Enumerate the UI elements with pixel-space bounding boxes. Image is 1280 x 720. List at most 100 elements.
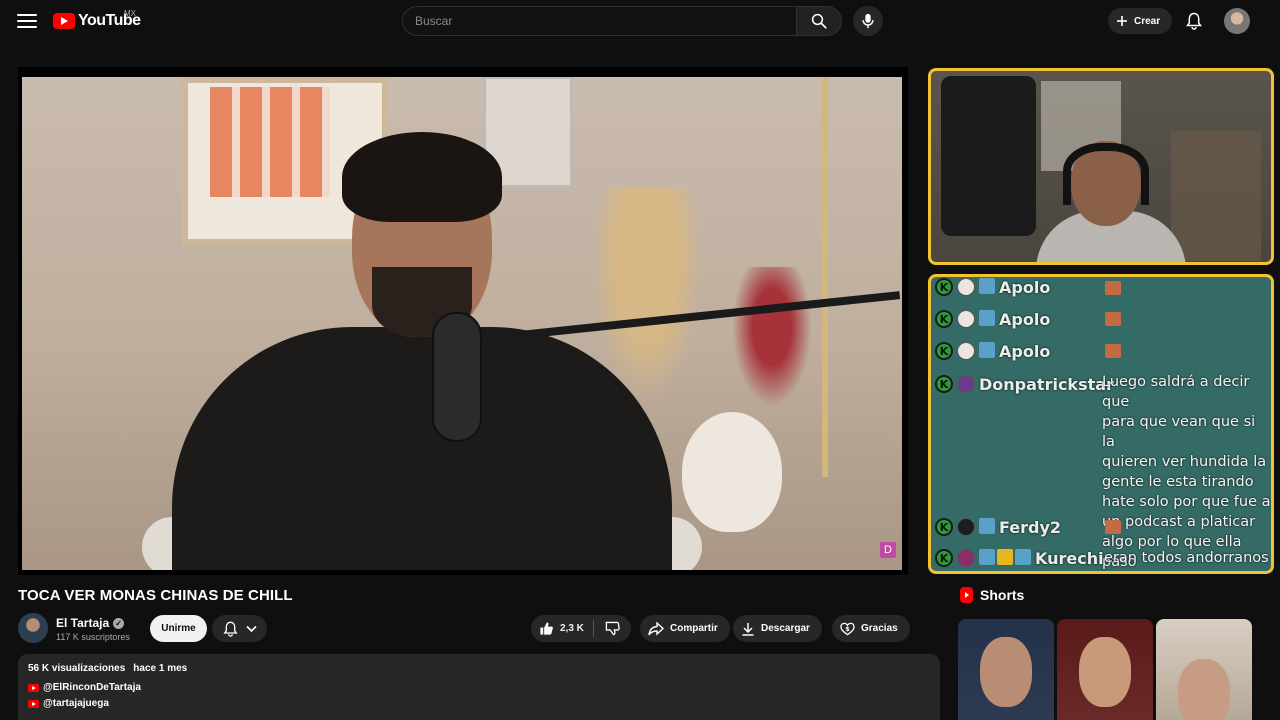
channel-avatar[interactable] — [18, 613, 48, 643]
subscriber-count: 117 K suscriptores — [56, 632, 130, 642]
subscriber-badge — [979, 518, 995, 534]
bell-icon — [1186, 12, 1202, 30]
webcam-overlay — [928, 68, 1274, 265]
subscriber-badge — [979, 278, 995, 294]
country-code: MX — [124, 9, 136, 18]
shorts-icon — [960, 587, 973, 603]
chat-username: Apolo — [999, 342, 1051, 361]
search-icon — [811, 13, 827, 29]
description-link[interactable]: @ElRinconDeTartaja — [28, 682, 930, 693]
hanging-jacket — [941, 76, 1036, 236]
red-plant — [727, 267, 817, 417]
user-badge — [957, 278, 975, 296]
shorts-title: Shorts — [980, 587, 1025, 603]
chat-username: Ferdy2 — [999, 518, 1062, 537]
microphone-icon — [862, 13, 874, 29]
floor-lamp — [822, 77, 828, 477]
channel-mention[interactable]: @tartajajuega — [43, 698, 109, 709]
channel-watermark[interactable]: D — [880, 542, 896, 558]
search-bar — [402, 6, 842, 36]
create-button[interactable]: Crear — [1108, 8, 1173, 34]
channel-name[interactable]: El Tartaja — [56, 616, 109, 630]
chat-username: Apolo — [999, 278, 1051, 297]
top-bar: YouTube MX Crear — [0, 0, 1280, 42]
account-avatar[interactable] — [1224, 8, 1250, 34]
channel-mention[interactable]: @ElRinconDeTartaja — [43, 682, 141, 693]
notifications-button[interactable] — [1183, 10, 1205, 32]
guest-hair — [342, 132, 502, 222]
short-thumbnail[interactable] — [958, 619, 1054, 720]
subscription-notifications-button[interactable] — [212, 615, 267, 642]
video-frame[interactable]: D — [22, 77, 902, 570]
share-label: Compartir — [670, 623, 718, 634]
download-button[interactable]: Descargar — [733, 615, 822, 642]
podcast-microphone — [432, 312, 482, 442]
chat-message: K Donpatrickstar — [935, 375, 1114, 395]
voice-search-button[interactable] — [853, 6, 883, 36]
search-button[interactable] — [796, 6, 842, 36]
kick-badge: K — [935, 310, 953, 328]
chat-message: K Apolo — [935, 310, 1050, 330]
menu-icon[interactable] — [14, 10, 40, 32]
short-thumbnail[interactable] — [1156, 619, 1252, 720]
description-box[interactable]: 56 K visualizaciones hace 1 mes @ElRinco… — [18, 654, 940, 720]
thanks-label: Gracias — [861, 623, 898, 634]
share-icon — [648, 621, 664, 636]
channel-name-row[interactable]: El Tartaja ✓ — [56, 616, 125, 630]
thanks-button-wrap: $ Gracias — [832, 615, 910, 642]
user-badge — [957, 518, 975, 536]
like-dislike-group: 2,3 K — [531, 615, 631, 642]
download-icon — [742, 622, 754, 636]
kick-badge: K — [935, 342, 953, 360]
chevron-down-icon — [245, 625, 257, 632]
user-badge — [957, 310, 975, 328]
chair — [1171, 131, 1261, 261]
video-title: TOCA VER MONAS CHINAS DE CHILL — [18, 587, 293, 604]
heart-dollar-icon: $ — [840, 622, 855, 635]
youtube-logo-icon — [53, 13, 75, 29]
user-badge — [957, 375, 975, 393]
video-player[interactable]: D — [18, 67, 908, 575]
user-badge — [957, 342, 975, 360]
user-badge — [957, 549, 975, 567]
share-button[interactable]: Compartir — [640, 615, 730, 642]
search-input[interactable] — [402, 6, 796, 36]
join-button[interactable]: Unirme — [150, 615, 207, 642]
subscriber-badge — [979, 310, 995, 326]
shorts-header: Shorts — [960, 587, 1024, 603]
youtube-icon — [28, 699, 39, 708]
chat-username: Donpatrickstar — [979, 375, 1114, 394]
description-link[interactable]: @tartajajuega — [28, 698, 930, 709]
chat-message: K Apolo — [935, 278, 1050, 298]
chat-emote — [1105, 344, 1121, 358]
chat-message: K Kurechi — [935, 549, 1104, 569]
chat-message-text: Luego saldrá a decir que para que vean q… — [1102, 374, 1271, 570]
thanks-button[interactable]: $ Gracias — [832, 615, 910, 642]
youtube-icon — [28, 683, 39, 692]
like-count: 2,3 K — [560, 623, 584, 634]
thumbs-down-icon — [605, 621, 620, 636]
create-label: Crear — [1134, 15, 1161, 27]
crown-badge — [997, 549, 1013, 565]
chat-emote — [1105, 312, 1121, 326]
short-thumbnail[interactable] — [1057, 619, 1153, 720]
kick-badge: K — [935, 375, 953, 393]
verified-icon: ✓ — [113, 617, 125, 629]
like-button[interactable]: 2,3 K — [531, 621, 593, 636]
thumbs-up-icon — [540, 622, 553, 635]
chat-message: K Apolo — [935, 342, 1050, 362]
download-label: Descargar — [761, 623, 810, 634]
chat-username: Kurechi — [1035, 549, 1104, 568]
chat-message-text: eran todos andorranos — [1104, 550, 1269, 566]
chat-message: K Ferdy2 — [935, 518, 1061, 538]
subscriber-badge — [1015, 549, 1031, 565]
kick-badge: K — [935, 518, 953, 536]
dislike-button[interactable] — [594, 621, 630, 636]
chat-emote — [1105, 520, 1121, 534]
upload-date: hace 1 mes — [133, 663, 188, 674]
chat-overlay: K Apolo K Apolo K Apolo K Donpatrickstar… — [928, 274, 1274, 574]
chat-emote — [1105, 281, 1121, 295]
bell-icon — [222, 621, 238, 637]
headphones — [1063, 143, 1149, 205]
view-count: 56 K visualizaciones — [28, 663, 126, 674]
